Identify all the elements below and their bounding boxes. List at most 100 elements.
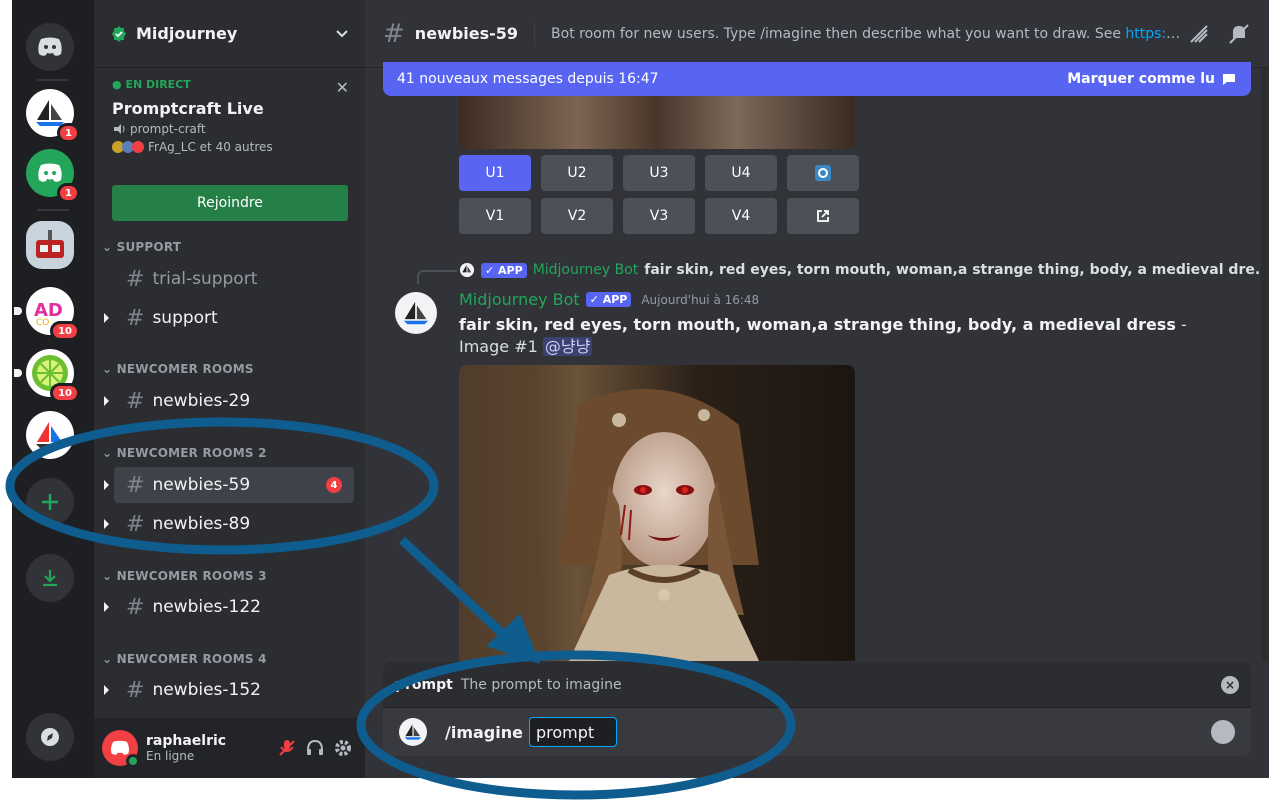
- message-author[interactable]: Midjourney Bot: [459, 290, 580, 309]
- live-participants: FrAg_LC et 40 autres: [112, 140, 347, 154]
- topic-link[interactable]: https://d...: [1125, 26, 1181, 42]
- category-newcomer-rooms-4[interactable]: ⌄ NEWCOMER ROOMS 4: [102, 652, 267, 666]
- v1-button[interactable]: V1: [459, 198, 531, 234]
- emoji-icon[interactable]: [1211, 720, 1235, 744]
- stage-icon: [114, 124, 125, 134]
- u1-button[interactable]: U1: [459, 155, 531, 191]
- variation-buttons: V1 V2 V3 V4: [459, 198, 859, 234]
- refresh-icon: [815, 165, 831, 181]
- settings-button[interactable]: [329, 734, 357, 762]
- online-status-icon: [126, 754, 140, 768]
- hash-icon: #: [126, 305, 145, 331]
- u4-button[interactable]: U4: [705, 155, 777, 191]
- channel-topic[interactable]: Bot room for new users. Type /imagine th…: [551, 26, 1181, 42]
- server-discord-green[interactable]: 1: [26, 149, 80, 203]
- scrollbar[interactable]: [1261, 68, 1269, 662]
- channel-support[interactable]: # support: [104, 300, 354, 336]
- app-tag: ✓ APP: [481, 262, 527, 278]
- thread-hash-icon: #: [383, 18, 405, 49]
- channel-newbies-89[interactable]: # newbies-89: [104, 506, 354, 542]
- channel-newbies-122[interactable]: # newbies-122: [104, 589, 354, 625]
- channel-newbies-29[interactable]: # newbies-29: [104, 383, 354, 419]
- user-panel: raphaelric En ligne: [94, 718, 365, 778]
- live-title: Promptcraft Live: [112, 99, 264, 118]
- server-citrus[interactable]: 10: [14, 349, 80, 403]
- sailboat-icon: [404, 724, 422, 740]
- mark-as-read-button[interactable]: Marquer comme lu: [1067, 71, 1237, 87]
- u2-button[interactable]: U2: [541, 155, 613, 191]
- category-support[interactable]: ⌄ SUPPORT: [102, 240, 181, 254]
- message-header: Midjourney Bot ✓ APP Aujourd'hui à 16:48: [459, 290, 759, 309]
- category-label: SUPPORT: [116, 240, 182, 254]
- prompt-argument-field[interactable]: prompt: [528, 717, 618, 747]
- u3-button[interactable]: U3: [623, 155, 695, 191]
- notifications-muted-icon[interactable]: [1227, 22, 1251, 46]
- close-icon[interactable]: ✕: [336, 78, 349, 97]
- app-tag: ✓ APP: [585, 292, 632, 307]
- option-name: prompt: [395, 676, 453, 693]
- category-label: NEWCOMER ROOMS: [116, 362, 254, 376]
- sailboat-icon: [403, 301, 429, 325]
- channel-label: newbies-89: [152, 514, 251, 534]
- guild-header[interactable]: Midjourney: [94, 0, 365, 68]
- hash-icon: #: [126, 511, 145, 537]
- add-server-button[interactable]: [26, 478, 74, 526]
- server-robot[interactable]: [26, 221, 74, 269]
- hash-icon: #: [126, 677, 145, 703]
- join-button[interactable]: Rejoindre: [112, 185, 348, 221]
- live-tag: ● EN DIRECT: [112, 78, 191, 91]
- channel-newbies-152[interactable]: # newbies-152: [104, 672, 354, 708]
- close-icon[interactable]: ×: [1221, 675, 1239, 694]
- category-newcomer-rooms-2[interactable]: ⌄ NEWCOMER ROOMS 2: [102, 446, 267, 460]
- channel-trial-support[interactable]: # trial-support: [114, 261, 354, 297]
- download-icon: [43, 570, 57, 587]
- channel-newbies-59[interactable]: # newbies-59 4: [104, 467, 354, 503]
- notification-badge: 1: [57, 183, 80, 203]
- download-apps-button[interactable]: [26, 554, 74, 602]
- live-channel-name: prompt-craft: [130, 122, 206, 136]
- server-midjourney[interactable]: 1: [26, 89, 80, 143]
- category-newcomer-rooms-3[interactable]: ⌄ NEWCOMER ROOMS 3: [102, 569, 267, 583]
- threads-icon[interactable]: [1187, 22, 1211, 46]
- channel-label: newbies-29: [152, 391, 251, 411]
- live-tag-label: EN DIRECT: [125, 78, 191, 91]
- avatar[interactable]: [395, 292, 437, 334]
- mark-as-read-label: Marquer comme lu: [1067, 71, 1215, 87]
- server-midjourney-2[interactable]: [26, 411, 74, 459]
- v4-button[interactable]: V4: [705, 198, 777, 234]
- discord-icon: [38, 163, 62, 182]
- home-button[interactable]: [26, 23, 74, 71]
- category-label: NEWCOMER ROOMS 3: [116, 569, 267, 583]
- discord-icon: [38, 37, 62, 56]
- reroll-button[interactable]: [787, 155, 859, 191]
- hash-icon: #: [126, 472, 145, 498]
- discord-icon: [111, 740, 129, 755]
- server-adc[interactable]: AD CO 10: [14, 287, 80, 341]
- generated-image[interactable]: [459, 365, 855, 661]
- headphones-icon: [307, 739, 323, 755]
- message-timestamp: Aujourd'hui à 16:48: [641, 292, 760, 307]
- open-web-button[interactable]: [787, 198, 859, 234]
- channel-header: # newbies-59 Bot room for new users. Typ…: [365, 0, 1269, 68]
- new-messages-banner[interactable]: 41 nouveaux messages depuis 16:47 Marque…: [383, 62, 1251, 96]
- deafen-button[interactable]: [301, 734, 329, 762]
- user-info[interactable]: raphaelric En ligne: [146, 733, 273, 763]
- app-tag-label: APP: [602, 293, 628, 306]
- mute-button[interactable]: [273, 734, 301, 762]
- message-input[interactable]: /imagine prompt: [383, 708, 1251, 756]
- previous-image-grid[interactable]: [459, 96, 855, 149]
- upscale-buttons: U1 U2 U3 U4: [459, 155, 859, 191]
- v2-button[interactable]: V2: [541, 198, 613, 234]
- prompt-text: fair skin, red eyes, torn mouth, woman,a…: [459, 315, 1176, 334]
- user-status: En ligne: [146, 749, 195, 763]
- user-mention[interactable]: @냥냥: [542, 337, 593, 356]
- channel-label: newbies-59: [152, 475, 251, 495]
- category-newcomer-rooms[interactable]: ⌄ NEWCOMER ROOMS: [102, 362, 254, 376]
- v3-button[interactable]: V3: [623, 198, 695, 234]
- discover-button[interactable]: [26, 713, 74, 761]
- sailboat-icon: [36, 422, 64, 448]
- mic-muted-icon: [279, 740, 295, 756]
- slash-command-composer: prompt The prompt to imagine × /imagine …: [383, 662, 1251, 756]
- avatar[interactable]: [102, 730, 140, 768]
- reply-reference[interactable]: ✓ APP Midjourney Bot fair skin, red eyes…: [417, 262, 1269, 284]
